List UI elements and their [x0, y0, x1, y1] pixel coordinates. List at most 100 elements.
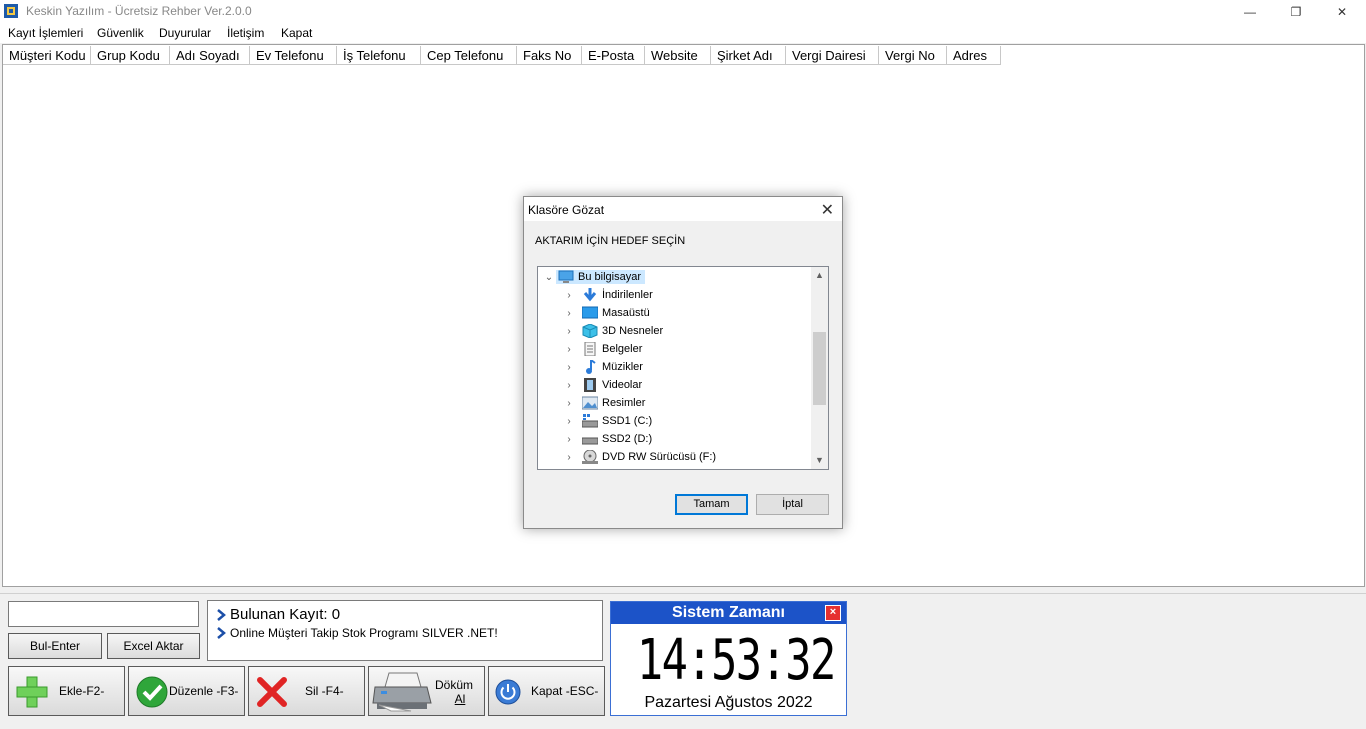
music-note-icon [586, 360, 596, 374]
tree-item-label: DVD RW Sürücüsü (F:) [602, 451, 717, 463]
ad-line[interactable]: Online Müşteri Takip Stok Programı SILVE… [216, 626, 498, 640]
scroll-down-icon[interactable]: ▼ [811, 452, 828, 469]
tree-item-documents[interactable]: › Belgeler [562, 340, 642, 358]
scroll-up-icon[interactable]: ▲ [811, 267, 828, 284]
cancel-button[interactable]: İptal [756, 494, 829, 515]
chevron-right-icon[interactable]: › [562, 398, 576, 409]
delete-button[interactable]: Sil -F4- [248, 666, 365, 716]
delete-label: Sil -F4- [305, 684, 344, 698]
column-header-ev-telefonu[interactable]: Ev Telefonu [250, 46, 337, 65]
found-count-text: Bulunan Kayıt: 0 [230, 606, 341, 623]
download-arrow-icon [583, 288, 597, 302]
column-header-vergi-no[interactable]: Vergi No [879, 46, 947, 65]
column-header-adres[interactable]: Adres [947, 46, 1001, 65]
print-label-line2: Al [454, 692, 466, 706]
title-bar: Keskin Yazılım - Ücretsiz Rehber Ver.2.0… [0, 0, 1366, 23]
column-header-vergi-dairesi[interactable]: Vergi Dairesi [786, 46, 879, 65]
tree-item-pictures[interactable]: › Resimler [562, 394, 645, 412]
add-label: Ekle-F2- [59, 684, 105, 698]
tree-item-label: Belgeler [602, 343, 643, 355]
ok-button[interactable]: Tamam [675, 494, 748, 515]
folder-tree[interactable]: ⌄ Bu bilgisayar › İndirilenler › Masaüst… [537, 266, 829, 470]
column-header-grup-kodu[interactable]: Grup Kodu [91, 46, 170, 65]
menu-kapat[interactable]: Kapat [281, 26, 312, 40]
close-window-button[interactable]: ✕ [1319, 0, 1365, 23]
tree-item-desktop[interactable]: › Masaüstü [562, 304, 650, 322]
tree-item-dvd[interactable]: › DVD RW Sürücüsü (F:) [562, 448, 716, 466]
browse-folder-dialog: Klasöre Gözat ✕ AKTARIM İÇİN HEDEF SEÇİN… [523, 196, 843, 529]
drive-icon [582, 437, 598, 445]
restore-button[interactable]: ❐ [1273, 0, 1319, 23]
chevron-right-icon[interactable]: › [562, 416, 576, 427]
chevron-right-icon[interactable]: › [562, 326, 576, 337]
tree-item-label: 3D Nesneler [602, 325, 664, 337]
tree-item-downloads[interactable]: › İndirilenler [562, 286, 653, 304]
tree-item-ssd1[interactable]: › SSD1 (C:) [562, 412, 652, 430]
tree-scrollbar[interactable]: ▲ ▼ [811, 267, 828, 469]
tree-item-ssd2[interactable]: › SSD2 (D:) [562, 430, 652, 448]
column-header-sirket-adi[interactable]: Şirket Adı [711, 46, 786, 65]
column-header-faks-no[interactable]: Faks No [517, 46, 582, 65]
plus-icon [16, 676, 48, 708]
chevron-right-icon[interactable]: › [562, 362, 576, 373]
system-clock: Sistem Zamanı × 14:53:32 Pazartesi Ağust… [610, 601, 847, 716]
print-label-line1: Döküm [435, 678, 474, 692]
chevron-right-icon [217, 627, 226, 639]
print-button[interactable]: Döküm Al [368, 666, 485, 716]
printer-icon [372, 672, 432, 712]
tree-item-music[interactable]: › Müzikler [562, 358, 643, 376]
restore-icon: ❐ [1290, 4, 1302, 19]
dvd-drive-icon [582, 450, 598, 464]
menu-bar: Kayıt İşlemleri Güvenlik Duyurular İleti… [0, 23, 1366, 43]
picture-icon [582, 396, 598, 410]
column-header-e-posta[interactable]: E-Posta [582, 46, 645, 65]
column-header-is-telefonu[interactable]: İş Telefonu [337, 46, 421, 65]
edit-button[interactable]: Düzenle -F3- [128, 666, 245, 716]
tree-item-3d-objects[interactable]: › 3D Nesneler [562, 322, 663, 340]
column-header-website[interactable]: Website [645, 46, 711, 65]
print-label: Döküm Al [435, 678, 473, 706]
chevron-right-icon[interactable]: › [562, 290, 576, 301]
chevron-down-icon[interactable]: ⌄ [542, 272, 556, 283]
tree-item-root[interactable]: ⌄ Bu bilgisayar [542, 268, 645, 286]
window-title: Keskin Yazılım - Ücretsiz Rehber Ver.2.0… [26, 4, 252, 18]
column-header-cep-telefonu[interactable]: Cep Telefonu [421, 46, 517, 65]
clock-time: 14:53:32 [636, 628, 836, 693]
clock-title: Sistem Zamanı [611, 602, 846, 624]
delete-x-icon [257, 677, 287, 707]
menu-duyurular[interactable]: Duyurular [159, 26, 211, 40]
ad-text[interactable]: Online Müşteri Takip Stok Programı SILVE… [230, 626, 498, 640]
edit-label: Düzenle -F3- [169, 684, 239, 698]
minimize-icon: — [1244, 4, 1256, 19]
dialog-close-icon[interactable]: ✕ [821, 200, 834, 220]
clock-close-icon[interactable]: × [825, 605, 841, 621]
exit-label: Kapat -ESC- [531, 684, 599, 698]
found-count-line: Bulunan Kayıt: 0 [216, 606, 340, 623]
tree-item-label: Masaüstü [602, 307, 650, 319]
find-button[interactable]: Bul-Enter [8, 633, 102, 659]
close-icon: ✕ [1336, 4, 1348, 19]
menu-kayit-islemleri[interactable]: Kayıt İşlemleri [8, 26, 83, 40]
menu-guvenlik[interactable]: Güvenlik [97, 26, 144, 40]
search-input[interactable] [8, 601, 199, 627]
menu-iletisim[interactable]: İletişim [227, 26, 264, 40]
scroll-thumb[interactable] [813, 332, 826, 405]
film-icon [584, 378, 596, 392]
add-button[interactable]: Ekle-F2- [8, 666, 125, 716]
tree-item-label: İndirilenler [602, 289, 653, 301]
excel-export-button[interactable]: Excel Aktar [107, 633, 200, 659]
chevron-right-icon[interactable]: › [562, 344, 576, 355]
exit-button[interactable]: Kapat -ESC- [488, 666, 605, 716]
column-header-musteri-kodu[interactable]: Müşteri Kodu [3, 46, 91, 65]
computer-icon [558, 270, 574, 283]
tree-item-videos[interactable]: › Videolar [562, 376, 642, 394]
app-icon [4, 4, 18, 18]
chevron-right-icon[interactable]: › [562, 452, 576, 463]
chevron-right-icon[interactable]: › [562, 308, 576, 319]
info-panel: Bulunan Kayıt: 0 Online Müşteri Takip St… [207, 600, 603, 661]
column-header-adi-soyadi[interactable]: Adı Soyadı [170, 46, 250, 65]
chevron-right-icon[interactable]: › [562, 380, 576, 391]
minimize-button[interactable]: — [1227, 0, 1273, 23]
tree-item-label: Videolar [602, 379, 643, 391]
chevron-right-icon[interactable]: › [562, 434, 576, 445]
